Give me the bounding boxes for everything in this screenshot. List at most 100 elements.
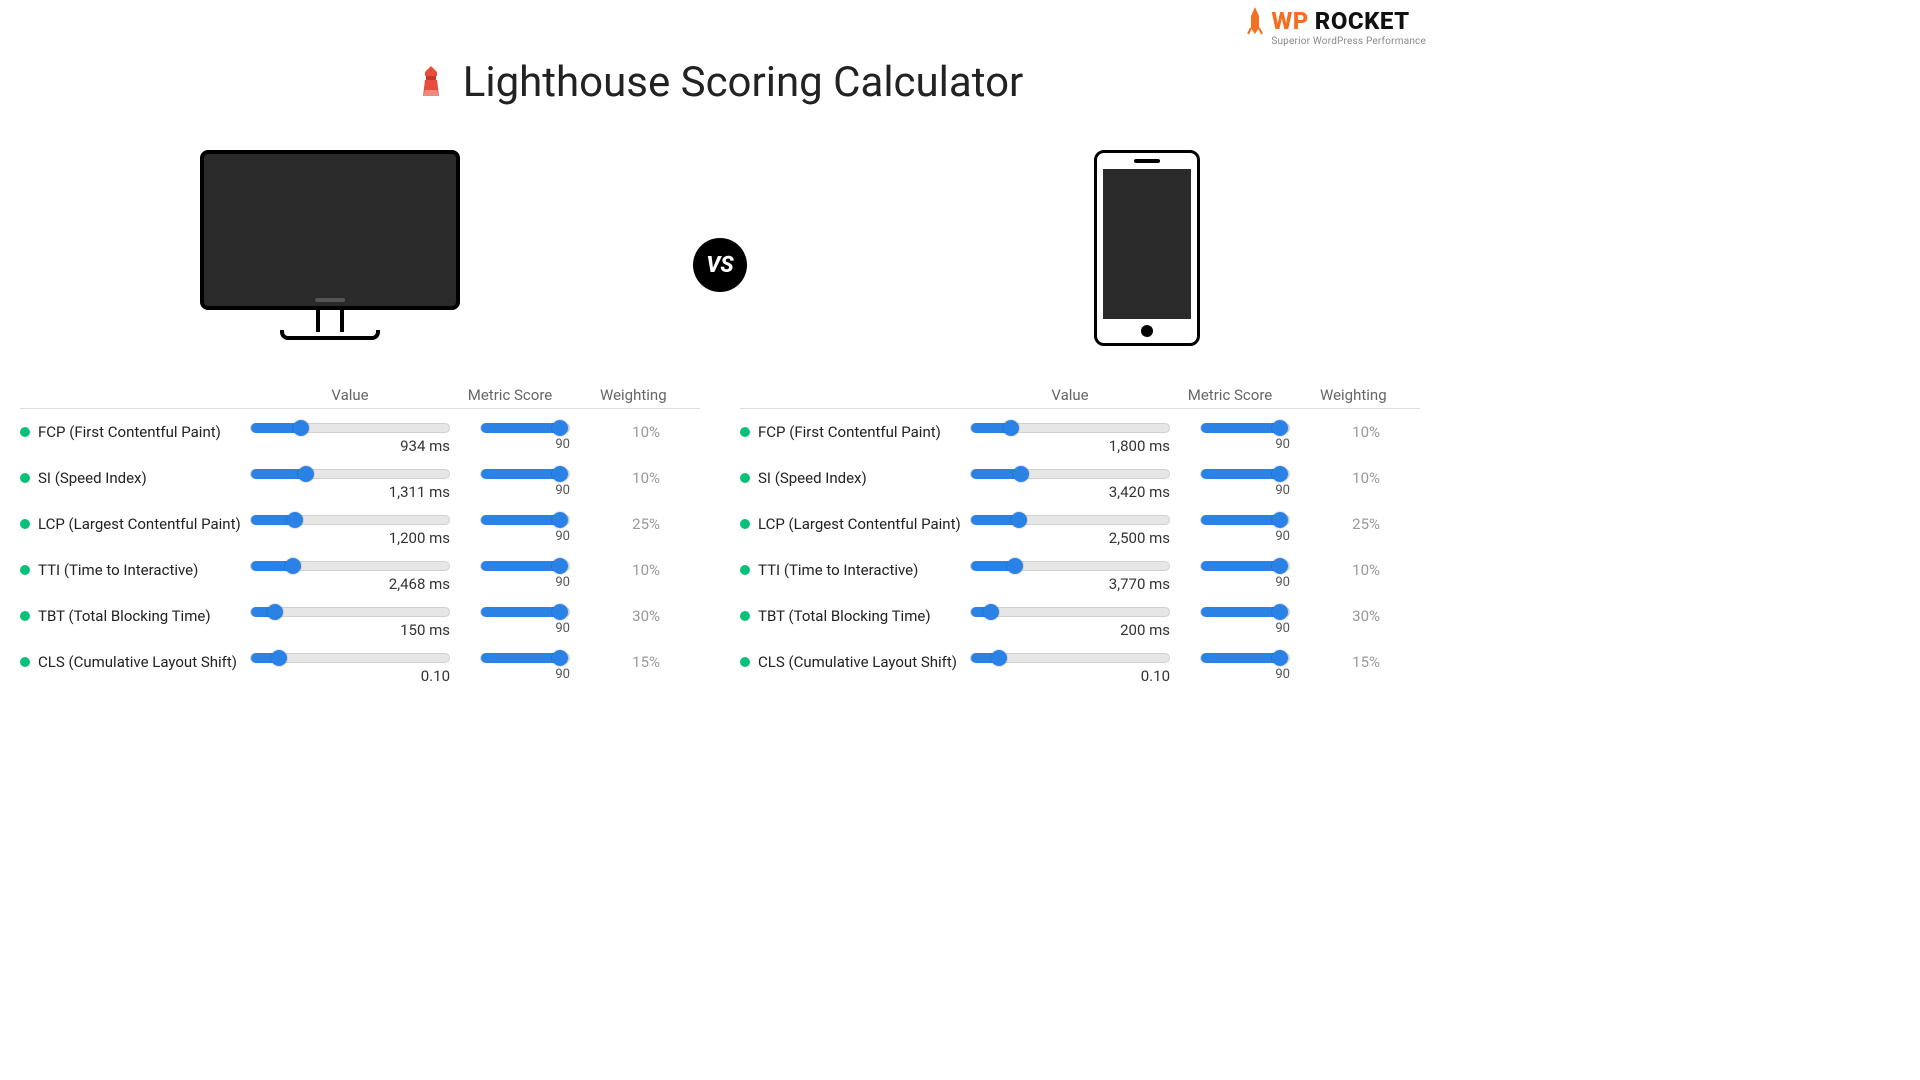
value-slider[interactable] [250,607,450,617]
value-slider[interactable] [250,469,450,479]
col-score: Metric Score [1170,386,1290,404]
metric-row: FCP (First Contentful Paint)1,800 ms9010… [740,409,1420,455]
metric-row: CLS (Cumulative Layout Shift)0.10 90 15% [740,639,1420,685]
metric-row: TBT (Total Blocking Time)150 ms 90 30% [20,593,700,639]
score-text: 90 [1200,575,1290,590]
value-slider[interactable] [970,607,1170,617]
value-slider[interactable] [970,469,1170,479]
score-text: 90 [1200,483,1290,498]
metric-row: SI (Speed Index)1,311 ms 90 10% [20,455,700,501]
value-slider[interactable] [250,423,450,433]
weight-text: 10% [600,561,660,579]
desktop-rows: FCP (First Contentful Paint)934 ms9010%S… [20,409,700,685]
score-slider[interactable] [480,469,570,479]
value-text: 3,770 ms [970,575,1170,593]
status-dot-icon [20,565,30,575]
value-text: 2,500 ms [970,529,1170,547]
score-text: 90 [480,483,570,498]
metric-label: LCP (Largest Contentful Paint) [740,515,970,533]
score-text: 90 [480,667,570,682]
metric-label: FCP (First Contentful Paint) [740,423,970,441]
score-text: 90 [480,529,570,544]
value-slider[interactable] [970,423,1170,433]
metric-row: TTI (Time to Interactive)3,770 ms 90 10% [740,547,1420,593]
metric-label: TBT (Total Blocking Time) [20,607,250,625]
score-slider[interactable] [480,607,570,617]
score-text: 90 [480,621,570,636]
metric-label: LCP (Largest Contentful Paint) [20,515,250,533]
col-value: Value [970,386,1170,404]
rocket-icon [1245,6,1265,36]
metric-label: TBT (Total Blocking Time) [740,607,970,625]
value-text: 150 ms [250,621,450,639]
score-slider[interactable] [1200,561,1290,571]
weight-text: 25% [600,515,660,533]
weight-text: 15% [1320,653,1380,671]
score-slider[interactable] [480,653,570,663]
weight-text: 15% [600,653,660,671]
value-slider[interactable] [970,515,1170,525]
col-weight: Weighting [1320,386,1380,404]
value-text: 0.10 [970,667,1170,685]
desktop-icon [200,150,460,346]
col-value: Value [250,386,450,404]
status-dot-icon [20,473,30,483]
status-dot-icon [20,427,30,437]
col-score: Metric Score [450,386,570,404]
status-dot-icon [740,519,750,529]
score-slider[interactable] [1200,515,1290,525]
weight-text: 10% [600,423,660,441]
value-text: 934 ms [250,437,450,455]
status-dot-icon [740,657,750,667]
weight-text: 30% [600,607,660,625]
value-slider[interactable] [250,653,450,663]
score-slider[interactable] [1200,607,1290,617]
status-dot-icon [740,565,750,575]
mobile-rows: FCP (First Contentful Paint)1,800 ms9010… [740,409,1420,685]
metric-row: LCP (Largest Contentful Paint)2,500 ms 90… [740,501,1420,547]
weight-text: 10% [600,469,660,487]
metric-label: TTI (Time to Interactive) [740,561,970,579]
score-slider[interactable] [1200,423,1290,433]
page-title-row: Lighthouse Scoring Calculator [0,0,1440,107]
value-text: 1,311 ms [250,483,450,501]
score-text: 90 [1200,667,1290,682]
status-dot-icon [740,611,750,621]
mobile-panel: Value Metric Score Weighting FCP (First … [740,386,1420,685]
value-slider[interactable] [970,561,1170,571]
metric-row: FCP (First Contentful Paint)934 ms9010% [20,409,700,455]
metric-row: TBT (Total Blocking Time)200 ms9030% [740,593,1420,639]
value-slider[interactable] [250,515,450,525]
metric-label: SI (Speed Index) [740,469,970,487]
lighthouse-icon [417,64,445,102]
metric-row: SI (Speed Index)3,420 ms9010% [740,455,1420,501]
value-slider[interactable] [250,561,450,571]
score-text: 90 [1200,621,1290,636]
status-dot-icon [740,473,750,483]
weight-text: 10% [1320,423,1380,441]
weight-text: 30% [1320,607,1380,625]
brand-rocket: ROCKET [1315,7,1410,35]
value-text: 2,468 ms [250,575,450,593]
weight-text: 10% [1320,469,1380,487]
score-text: 90 [1200,437,1290,452]
value-text: 1,200 ms [250,529,450,547]
score-slider[interactable] [1200,653,1290,663]
col-weight: Weighting [600,386,660,404]
metric-label: CLS (Cumulative Layout Shift) [740,653,970,671]
value-slider[interactable] [970,653,1170,663]
status-dot-icon [20,519,30,529]
score-slider[interactable] [1200,469,1290,479]
status-dot-icon [740,427,750,437]
metric-label: SI (Speed Index) [20,469,250,487]
score-slider[interactable] [480,561,570,571]
score-text: 90 [1200,529,1290,544]
weight-text: 25% [1320,515,1380,533]
metric-row: TTI (Time to Interactive)2,468 ms9010% [20,547,700,593]
brand-logo: WP ROCKET Superior WordPress Performance [1245,6,1426,47]
score-slider[interactable] [480,515,570,525]
score-slider[interactable] [480,423,570,433]
weight-text: 10% [1320,561,1380,579]
page-title: Lighthouse Scoring Calculator [463,58,1024,107]
metric-label: TTI (Time to Interactive) [20,561,250,579]
